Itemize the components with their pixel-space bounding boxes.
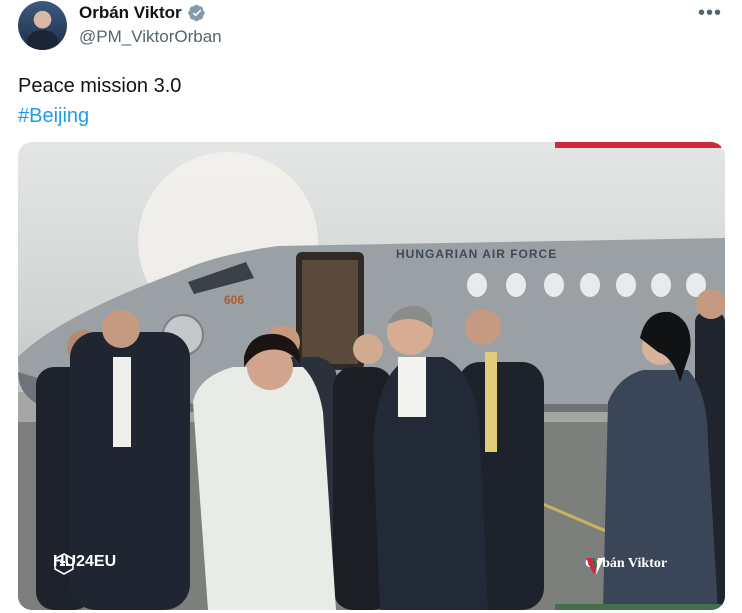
author-handle[interactable]: @PM_ViktorOrban bbox=[79, 27, 222, 47]
plane-lettering: HUNGARIAN AIR FORCE bbox=[396, 247, 557, 261]
avatar[interactable] bbox=[18, 1, 67, 50]
more-options-button[interactable]: ••• bbox=[698, 2, 722, 25]
author-display-name[interactable]: Orbán Viktor bbox=[79, 3, 182, 23]
tweet-text: Peace mission 3.0 #Beijing bbox=[18, 71, 181, 131]
v-logo-icon bbox=[586, 558, 604, 575]
verified-badge-icon bbox=[187, 4, 205, 22]
plane-number: 606 bbox=[224, 293, 244, 307]
hexagon-logo-icon bbox=[54, 553, 74, 575]
tweet-media-photo[interactable]: HUNGARIAN AIR FORCE 606 HU24EU Orbán Vik… bbox=[18, 142, 725, 610]
watermark-orban: Orbán Viktor bbox=[585, 556, 667, 575]
brand-bar-red bbox=[555, 142, 721, 148]
hashtag-link[interactable]: #Beijing bbox=[18, 101, 181, 131]
tweet-body: Peace mission 3.0 bbox=[18, 75, 182, 97]
brand-bar-green bbox=[555, 604, 721, 610]
watermark-hu24eu: HU24EU bbox=[53, 553, 116, 575]
author-name-row: Orbán Viktor bbox=[79, 3, 206, 23]
photo-scene: HUNGARIAN AIR FORCE 606 bbox=[18, 152, 725, 610]
